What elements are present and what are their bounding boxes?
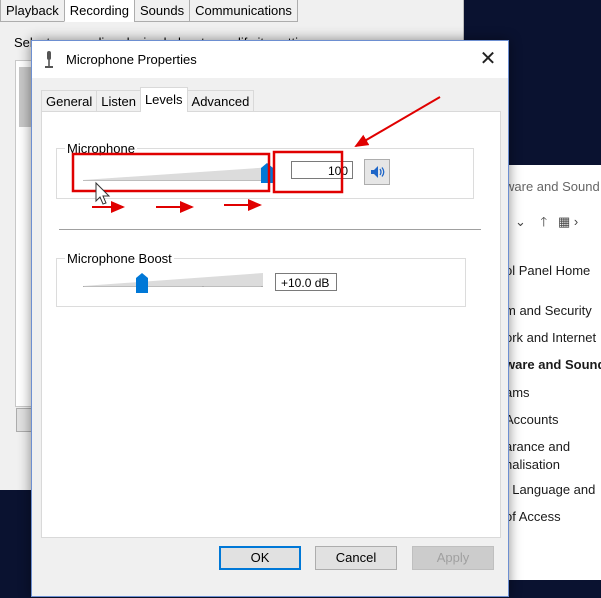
microphone-boost-group: Microphone Boost +10.0 dB — [56, 251, 466, 307]
control-panel-window: ware and Sound ⌄ 🡑 ▦ › ol Panel Home m a… — [495, 165, 601, 580]
cp-item-appearance[interactable]: arance and — [505, 439, 570, 454]
microphone-boost-label: Microphone Boost — [65, 251, 174, 266]
tab-general[interactable]: General — [41, 90, 98, 112]
cp-item-network[interactable]: ork and Internet — [505, 330, 596, 345]
boost-slider-track[interactable] — [83, 271, 263, 287]
up-arrow-icon[interactable]: 🡑 — [540, 214, 547, 229]
boost-level-value: +10.0 dB — [275, 273, 337, 291]
microphone-icon — [45, 51, 53, 68]
cp-item-hardware-sound[interactable]: ware and Sound — [505, 357, 601, 372]
dialog-titlebar[interactable]: Microphone Properties ✕ — [32, 41, 508, 78]
close-icon[interactable]: ✕ — [473, 45, 503, 73]
control-panel-icon: ▦ — [557, 214, 571, 229]
microphone-label: Microphone — [65, 141, 137, 156]
tab-listen[interactable]: Listen — [96, 90, 141, 112]
chevron-down-icon[interactable]: ⌄ — [515, 214, 526, 229]
microphone-slider-thumb[interactable] — [261, 163, 273, 183]
dialog-title: Microphone Properties — [66, 52, 197, 67]
group-divider — [59, 229, 481, 230]
chevron-right-icon[interactable]: › — [574, 214, 578, 229]
tab-sounds[interactable]: Sounds — [134, 0, 191, 22]
boost-slider-thumb[interactable] — [136, 273, 149, 293]
cp-item-security[interactable]: m and Security — [505, 303, 592, 318]
microphone-level-input[interactable]: 100 — [291, 161, 353, 179]
cp-item-personalisation[interactable]: nalisation — [505, 457, 560, 472]
sound-tabs: Playback Recording Sounds Communications — [0, 0, 298, 22]
apply-button[interactable]: Apply — [412, 546, 494, 570]
microphone-group: Microphone 100 — [56, 141, 474, 199]
cp-item-accounts[interactable]: Accounts — [505, 412, 558, 427]
speaker-icon — [371, 166, 385, 178]
control-panel-title: ware and Sound — [505, 179, 600, 194]
control-panel-nav: ⌄ 🡑 ▦ › — [515, 213, 578, 235]
microphone-slider-track[interactable] — [83, 165, 273, 181]
cp-item-ease-of-access[interactable]: of Access — [505, 509, 561, 524]
tab-playback[interactable]: Playback — [0, 0, 65, 22]
tab-levels[interactable]: Levels — [139, 87, 188, 112]
cancel-button[interactable]: Cancel — [315, 546, 397, 570]
dialog-tabs: General Listen Levels Advanced — [41, 87, 255, 112]
mute-button[interactable] — [364, 159, 390, 185]
ok-button[interactable]: OK — [219, 546, 301, 570]
cp-item-home[interactable]: ol Panel Home — [505, 263, 590, 278]
levels-panel: Microphone 100 Microphone Boost +10.0 dB — [41, 111, 501, 538]
tab-communications[interactable]: Communications — [189, 0, 298, 22]
tab-advanced[interactable]: Advanced — [186, 90, 255, 112]
microphone-properties-dialog: Microphone Properties ✕ General Listen L… — [31, 40, 509, 597]
cp-item-language[interactable]: , Language and — [505, 482, 595, 497]
tab-recording[interactable]: Recording — [63, 0, 136, 22]
